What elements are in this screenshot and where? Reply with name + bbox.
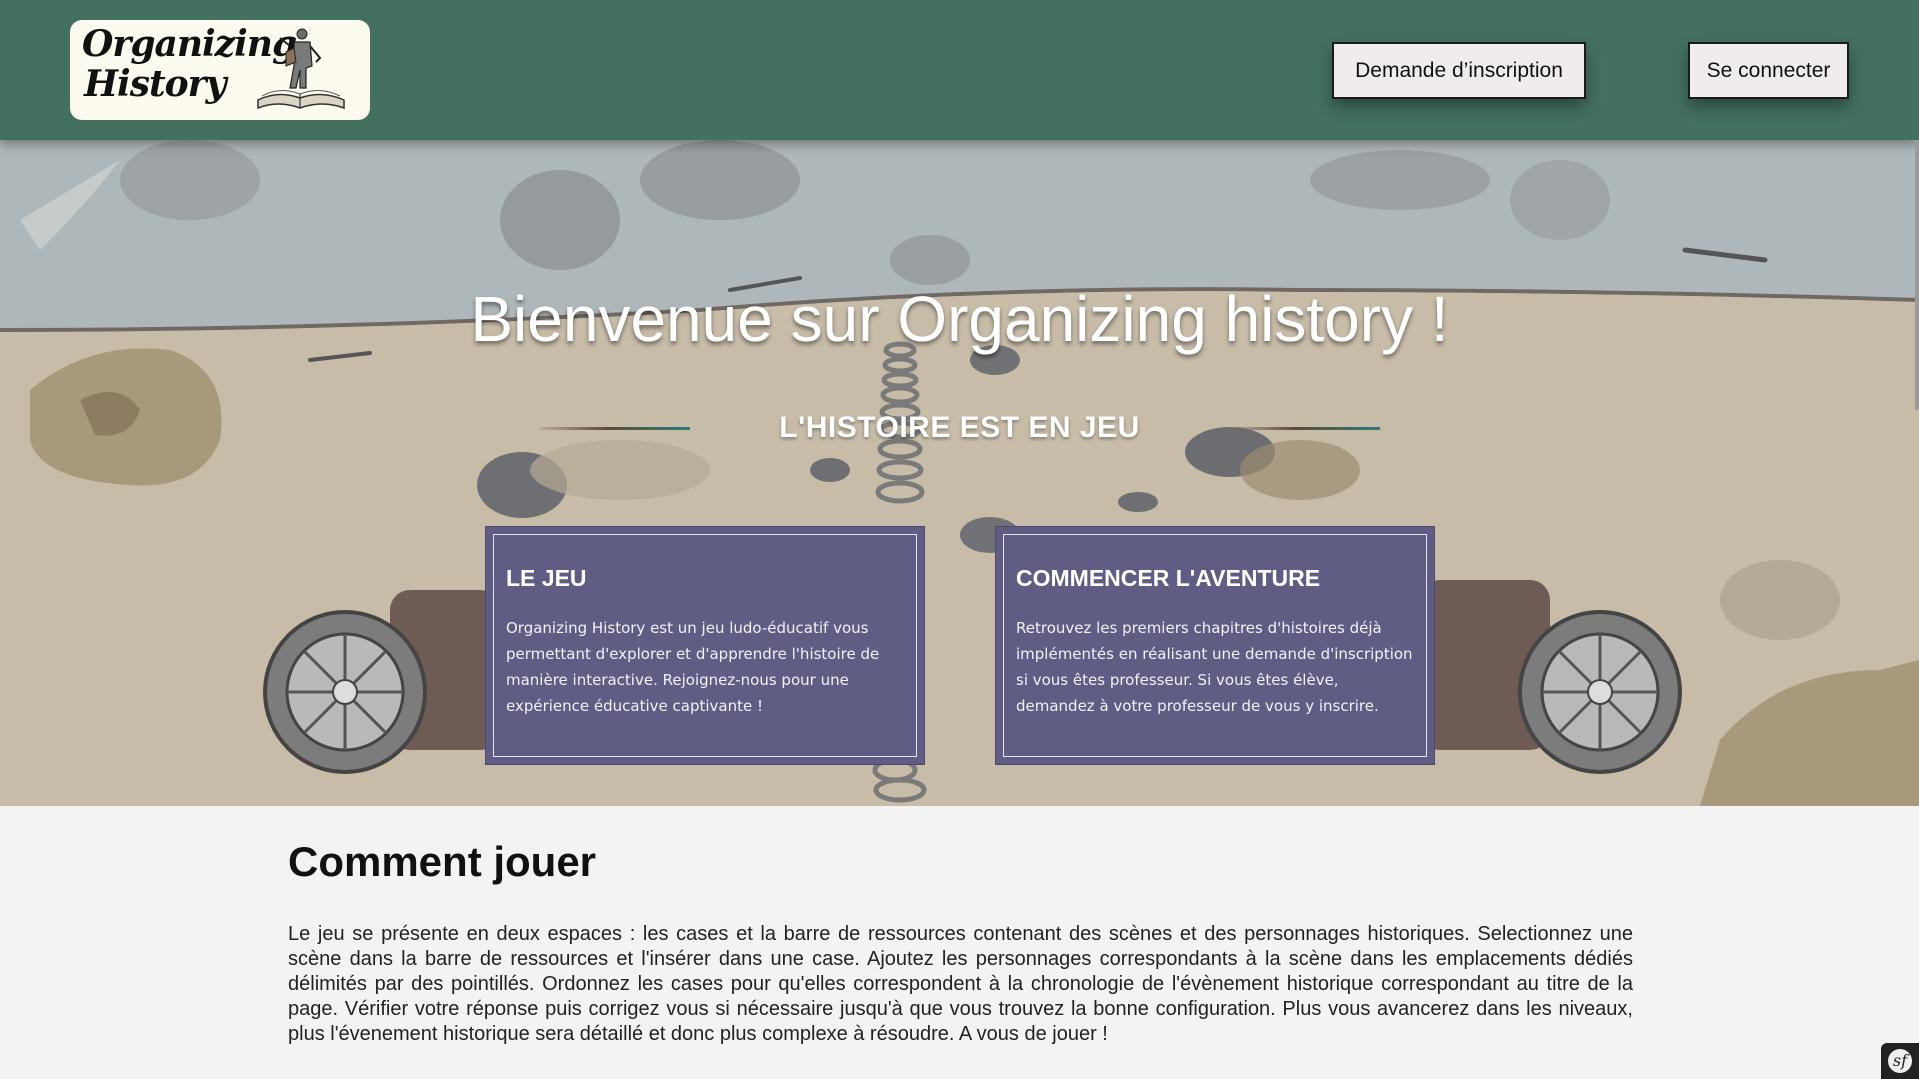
hero-background-illustration — [0, 140, 1919, 806]
login-button[interactable]: Se connecter — [1688, 42, 1849, 99]
knight-book-icon — [257, 28, 345, 110]
card-title: COMMENCER L'AVENTURE — [1016, 565, 1321, 591]
site-header: Organizing History Demande d’inscription… — [0, 0, 1919, 140]
page-scrollbar[interactable] — [1915, 140, 1919, 410]
decorative-line-right — [1230, 427, 1380, 430]
card-text: Retrouvez les premiers chapitres d'histo… — [1016, 619, 1413, 715]
hero-subtitle: L'HISTOIRE EST EN JEU — [779, 411, 1140, 444]
card-start-adventure: COMMENCER L'AVENTURE Retrouvez les premi… — [995, 526, 1435, 765]
site-logo[interactable]: Organizing History — [70, 20, 370, 120]
hero-banner: Bienvenue sur Organizing history ! L'HIS… — [0, 140, 1919, 806]
section-text: Le jeu se présente en deux espaces : les… — [288, 923, 1633, 1045]
how-to-play-section: Comment jouer Le jeu se présente en deux… — [288, 838, 1633, 1047]
card-text: Organizing History est un jeu ludo-éduca… — [506, 619, 880, 715]
hero-title: Bienvenue sur Organizing history ! — [470, 283, 1449, 355]
card-game: LE JEU Organizing History est un jeu lud… — [485, 526, 925, 765]
card-title: LE JEU — [506, 565, 587, 591]
symfony-toolbar-icon[interactable]: sf — [1881, 1043, 1919, 1079]
register-request-button[interactable]: Demande d’inscription — [1332, 42, 1586, 99]
section-heading: Comment jouer — [288, 838, 597, 885]
